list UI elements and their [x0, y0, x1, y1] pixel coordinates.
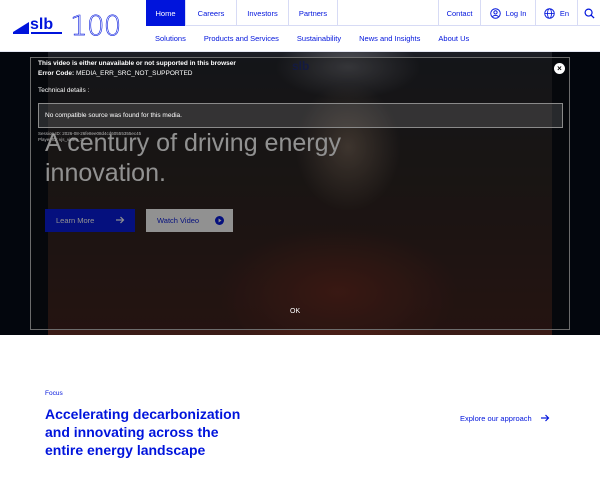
nav-partners[interactable]: Partners [289, 0, 338, 26]
slb-100-logo[interactable]: slb 100 [12, 10, 132, 42]
nav-about-us[interactable]: About Us [429, 34, 478, 43]
nav-sustainability[interactable]: Sustainability [288, 34, 350, 43]
logo-wordmark: slb [30, 16, 53, 33]
video-error-code: Error Code: MEDIA_ERR_SRC_NOT_SUPPORTED [38, 70, 192, 77]
focus-eyebrow: Focus [45, 390, 63, 397]
slb-logo-icon: slb [13, 16, 62, 34]
nav-home[interactable]: Home [146, 0, 186, 26]
login-button[interactable]: Log In [481, 0, 536, 26]
arrow-right-icon [540, 414, 550, 422]
nav-investors[interactable]: Investors [237, 0, 289, 26]
search-button[interactable] [578, 0, 600, 26]
secondary-nav: Solutions Products and Services Sustaina… [146, 26, 600, 51]
language-selector[interactable]: En [536, 0, 578, 26]
primary-nav: Home Careers Investors Partners Contact … [146, 0, 600, 26]
nav-contact[interactable]: Contact [438, 0, 481, 26]
video-error-title: This video is either unavailable or not … [38, 60, 236, 67]
video-error-dialog: This video is either unavailable or not … [30, 57, 570, 330]
video-session-info: Session ID: 2026-08-26fe8ee08d4cd6055535… [38, 131, 141, 143]
player-id: Player ID: vjs_video_3 [38, 137, 83, 142]
centennial-mark: 100 [70, 9, 122, 42]
search-icon [584, 8, 595, 19]
error-code-value: MEDIA_ERR_SRC_NOT_SUPPORTED [75, 70, 193, 77]
nav-careers[interactable]: Careers [186, 0, 237, 26]
globe-icon [544, 7, 555, 19]
explore-approach-link[interactable]: Explore our approach [460, 413, 550, 423]
login-label: Log In [505, 8, 527, 18]
nav-products-and-services[interactable]: Products and Services [195, 34, 288, 43]
close-icon[interactable]: × [554, 63, 565, 74]
focus-heading: Accelerating decarbonization and innovat… [45, 406, 241, 458]
explore-approach-label: Explore our approach [460, 413, 532, 423]
nav-solutions[interactable]: Solutions [146, 34, 195, 43]
video-error-message: No compatible source was found for this … [38, 103, 563, 128]
ok-button[interactable]: OK [290, 308, 300, 315]
language-label: En [559, 8, 570, 18]
hero-section: slb A century of driving energy innovati… [0, 52, 600, 335]
user-circle-icon [489, 7, 501, 19]
nav-news-and-insights[interactable]: News and Insights [350, 34, 429, 43]
error-code-label: Error Code: [38, 70, 75, 77]
technical-details-label: Technical details : [38, 87, 90, 94]
